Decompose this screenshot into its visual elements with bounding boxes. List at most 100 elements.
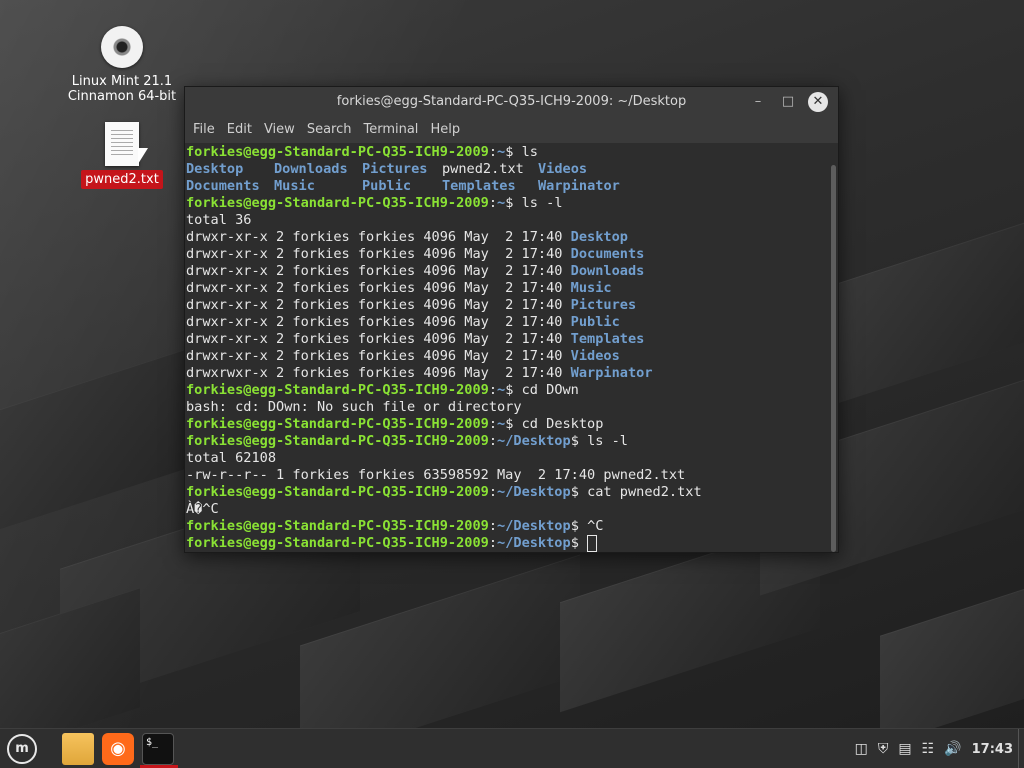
minimize-button[interactable]: –	[748, 92, 768, 112]
window-titlebar[interactable]: forkies@egg-Standard-PC-Q35-ICH9-2009: ~…	[185, 87, 838, 117]
prompt-sep: :	[488, 433, 498, 449]
terminal-line: forkies@egg-Standard-PC-Q35-ICH9-2009:~$…	[186, 144, 827, 161]
terminal-scrollbar[interactable]	[831, 165, 836, 552]
window-title: forkies@egg-Standard-PC-Q35-ICH9-2009: ~…	[336, 94, 687, 109]
close-button[interactable]: ✕	[808, 92, 828, 112]
text-cursor	[587, 535, 598, 552]
prompt-dollar: $	[505, 144, 522, 160]
menu-help[interactable]: Help	[424, 117, 466, 143]
prompt-user: forkies@egg-Standard-PC-Q35-ICH9-2009	[186, 382, 489, 398]
terminal-line: total 36	[186, 212, 252, 228]
menu-file[interactable]: File	[187, 117, 221, 143]
terminal-line: Documents Music Public Templates Warpinator	[186, 178, 827, 195]
firefox-icon[interactable]: ◉	[102, 733, 134, 765]
desktop-icon-label: Linux Mint 21.1	[71, 74, 173, 89]
terminal-icon[interactable]: $_	[142, 733, 174, 765]
terminal-line: forkies@egg-Standard-PC-Q35-ICH9-2009:~/…	[186, 535, 827, 552]
folder-icon[interactable]	[62, 733, 94, 765]
prompt-dollar: $	[570, 535, 588, 551]
terminal-line: À�^C	[186, 501, 219, 517]
ls-entry: Public	[570, 314, 620, 330]
system-tray: ◫ ⛨ ▤ ☷ 🔊 17:43	[850, 729, 1024, 768]
terminal-line: forkies@egg-Standard-PC-Q35-ICH9-2009:~$…	[186, 195, 827, 212]
menu-search[interactable]: Search	[301, 117, 358, 143]
prompt-path: ~	[497, 416, 506, 432]
ls-entry: Documents	[186, 178, 260, 194]
prompt-user: forkies@egg-Standard-PC-Q35-ICH9-2009	[186, 433, 489, 449]
command-text: cd Desktop	[521, 416, 604, 432]
ls-entry: Music	[570, 280, 612, 296]
ls-meta: drwxr-xr-x 2 forkies forkies 4096 May 2 …	[186, 246, 571, 262]
command-text: ^C	[587, 518, 604, 534]
shield-icon[interactable]: ⛨	[878, 741, 889, 757]
taskbar: m ◉ $_ ◫ ⛨ ▤ ☷ 🔊 17:43	[0, 728, 1024, 768]
volume-icon[interactable]: 🔊	[944, 741, 961, 757]
ls-entry: Pictures	[570, 297, 637, 313]
terminal-line: drwxr-xr-x 2 forkies forkies 4096 May 2 …	[186, 229, 827, 246]
ls-meta: drwxr-xr-x 2 forkies forkies 4096 May 2 …	[186, 314, 571, 330]
terminal-line: drwxr-xr-x 2 forkies forkies 4096 May 2 …	[186, 280, 827, 297]
desktop-icon-label: pwned2.txt	[81, 170, 163, 189]
ls-entry: pwned2.txt	[442, 161, 524, 177]
terminal-line: -rw-r--r-- 1 forkies forkies 63598592 Ma…	[186, 467, 686, 483]
prompt-sep: :	[488, 518, 498, 534]
desktop-icon-pwned2[interactable]: pwned2.txt	[80, 122, 164, 189]
ls-entry: Videos	[570, 348, 620, 364]
ls-entry: Desktop	[186, 161, 244, 177]
ls-meta: drwxr-xr-x 2 forkies forkies 4096 May 2 …	[186, 229, 571, 245]
prompt-path: ~/Desktop	[497, 433, 571, 449]
terminal-line: forkies@egg-Standard-PC-Q35-ICH9-2009:~$…	[186, 416, 827, 433]
prompt-path: ~/Desktop	[497, 484, 571, 500]
ls-entry: Public	[362, 178, 412, 194]
menu-icon[interactable]: m	[7, 734, 37, 764]
desktop-icon-computer[interactable]: Linux Mint 21.1 Cinnamon 64-bit	[62, 26, 182, 104]
terminal-line: forkies@egg-Standard-PC-Q35-ICH9-2009:~/…	[186, 433, 827, 450]
command-text: ls -l	[587, 433, 628, 449]
terminal-line: drwxrwxr-x 2 forkies forkies 4096 May 2 …	[186, 365, 827, 382]
ls-entry: Downloads	[570, 263, 645, 279]
prompt-sep: :	[488, 195, 498, 211]
menu-view[interactable]: View	[258, 117, 301, 143]
prompt-user: forkies@egg-Standard-PC-Q35-ICH9-2009	[186, 535, 489, 551]
ls-meta: drwxrwxr-x 2 forkies forkies 4096 May 2 …	[186, 365, 571, 381]
ls-meta: drwxr-xr-x 2 forkies forkies 4096 May 2 …	[186, 280, 571, 296]
maximize-button[interactable]: □	[778, 92, 798, 112]
prompt-sep: :	[488, 535, 498, 551]
terminal-line: drwxr-xr-x 2 forkies forkies 4096 May 2 …	[186, 348, 827, 365]
terminal-line: drwxr-xr-x 2 forkies forkies 4096 May 2 …	[186, 314, 827, 331]
terminal-line: drwxr-xr-x 2 forkies forkies 4096 May 2 …	[186, 246, 827, 263]
ls-entry: Desktop	[570, 229, 628, 245]
terminal-line: forkies@egg-Standard-PC-Q35-ICH9-2009:~$…	[186, 382, 827, 399]
prompt-dollar: $	[570, 518, 588, 534]
ls-entry: Downloads	[274, 161, 348, 177]
show-desktop-button[interactable]	[1018, 729, 1024, 768]
clock[interactable]: 17:43	[972, 742, 1013, 757]
disc-icon	[101, 26, 143, 68]
prompt-dollar: $	[505, 416, 522, 432]
prompt-path: ~	[497, 144, 506, 160]
menu-edit[interactable]: Edit	[221, 117, 258, 143]
clipboard-icon[interactable]: ◫	[855, 741, 868, 757]
terminal-window[interactable]: forkies@egg-Standard-PC-Q35-ICH9-2009: ~…	[184, 86, 839, 553]
ls-entry: Templates	[442, 178, 516, 194]
ls-meta: drwxr-xr-x 2 forkies forkies 4096 May 2 …	[186, 263, 571, 279]
text-file-icon	[105, 122, 139, 166]
prompt-dollar: $	[570, 433, 588, 449]
menu-terminal[interactable]: Terminal	[357, 117, 424, 143]
network-icon[interactable]: ☷	[922, 741, 935, 757]
prompt-dollar: $	[505, 382, 522, 398]
prompt-path: ~	[497, 382, 506, 398]
command-text: cd DOwn	[521, 382, 579, 398]
prompt-path: ~	[497, 195, 506, 211]
prompt-user: forkies@egg-Standard-PC-Q35-ICH9-2009	[186, 416, 489, 432]
notes-icon[interactable]: ▤	[898, 741, 911, 757]
terminal-line: Desktop Downloads Pictures pwned2.txt Videos	[186, 161, 827, 178]
terminal-output[interactable]: forkies@egg-Standard-PC-Q35-ICH9-2009:~$…	[185, 143, 828, 552]
ls-entry: Warpinator	[538, 178, 620, 194]
terminal-line: total 62108	[186, 450, 277, 466]
ls-entry: Pictures	[362, 161, 428, 177]
prompt-dollar: $	[570, 484, 588, 500]
prompt-path: ~/Desktop	[497, 535, 571, 551]
ls-entry: Documents	[570, 246, 645, 262]
ls-meta: drwxr-xr-x 2 forkies forkies 4096 May 2 …	[186, 348, 571, 364]
